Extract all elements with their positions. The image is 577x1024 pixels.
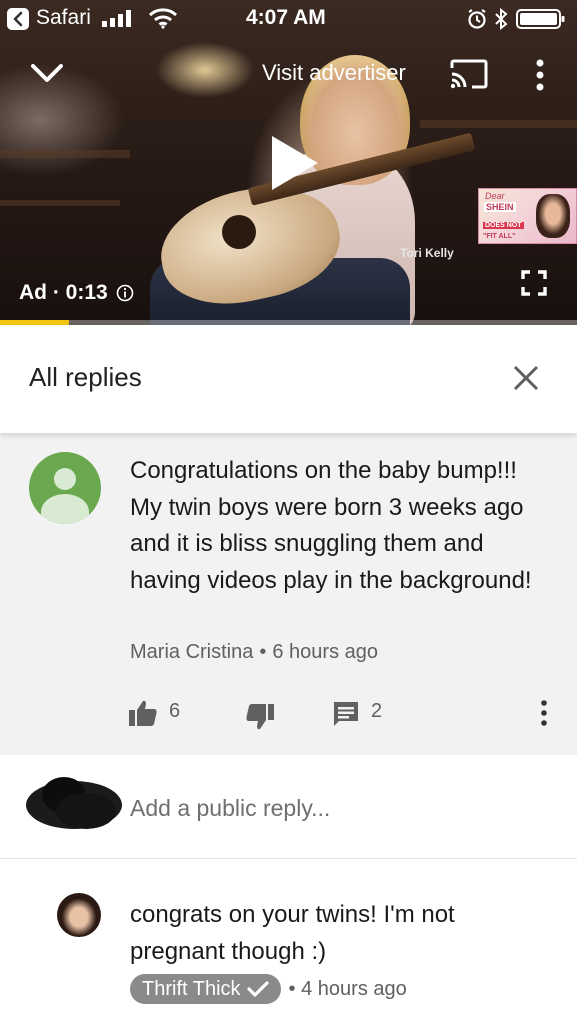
background-shelf	[0, 200, 120, 206]
page-title: All replies	[29, 362, 142, 392]
signal-icon	[102, 10, 131, 27]
comment-author[interactable]: Maria Cristina	[130, 641, 253, 663]
info-icon[interactable]	[116, 284, 134, 302]
battery-icon	[516, 9, 565, 29]
reply-comment-icon[interactable]	[333, 701, 359, 727]
comment-time: 6 hours ago	[272, 641, 379, 663]
ad-timer-label: Ad · 0:13	[19, 281, 108, 304]
default-avatar-head	[54, 468, 76, 490]
ad-thumbnail-line: DOES NOT	[483, 222, 524, 229]
comment-meta: Maria Cristina • 6 hours ago	[130, 641, 378, 664]
ad-thumbnail-brand: SHEIN	[484, 202, 516, 212]
cast-icon[interactable]	[448, 58, 490, 90]
more-vert-icon[interactable]	[530, 58, 550, 92]
parent-comment: Congratulations on the baby bump!!! My t…	[0, 433, 577, 755]
status-time: 4:07 AM	[246, 6, 326, 29]
fullscreen-icon[interactable]	[521, 270, 547, 296]
channel-owner-badge[interactable]: Thrift Thick	[130, 974, 281, 1004]
play-icon[interactable]	[268, 134, 320, 192]
bluetooth-icon	[495, 7, 508, 31]
user-avatar-redacted	[26, 777, 122, 829]
status-bar: Safari 4:07 AM	[0, 0, 577, 36]
add-reply-row	[0, 755, 577, 859]
close-icon[interactable]	[510, 362, 542, 394]
comment-text: Congratulations on the baby bump!!! My t…	[130, 457, 532, 594]
chevron-down-icon[interactable]	[30, 58, 64, 86]
ad-thumbnail-line: Dear	[485, 191, 505, 201]
reply-meta: Thrift Thick • 4 hours ago	[130, 974, 407, 1004]
ad-thumbnail-line: "FIT ALL"	[483, 233, 516, 240]
ad-thumbnail-face	[536, 194, 570, 238]
thumbs-down-icon[interactable]	[245, 703, 275, 731]
back-to-app-icon[interactable]	[7, 8, 29, 30]
reply-author: Thrift Thick	[142, 977, 241, 1000]
alarm-icon	[468, 9, 486, 29]
video-caption: Tori Kelly	[400, 246, 454, 260]
video-guitar-hole	[222, 215, 256, 249]
reply-count: 2	[371, 700, 383, 722]
avatar[interactable]	[57, 893, 101, 937]
reply-time: • 4 hours ago	[288, 977, 407, 1000]
visit-advertiser-link[interactable]: Visit advertiser	[262, 60, 406, 86]
background-shelf	[0, 150, 130, 158]
ad-timer: Ad · 0:13	[19, 281, 134, 305]
default-avatar-body	[41, 494, 89, 524]
replies-header: All replies	[0, 325, 577, 433]
more-vert-icon[interactable]	[539, 699, 549, 727]
video-player[interactable]: Visit advertiser Dear SHEIN DOES NOT "FI…	[0, 0, 577, 325]
separator-dot: •	[259, 641, 267, 663]
like-count: 6	[169, 700, 181, 722]
comment-actions: 6 2	[0, 693, 577, 733]
wifi-icon	[148, 8, 178, 29]
reply-time-value: 4 hours ago	[301, 977, 407, 1000]
reply-text: congrats on your twins! I'm not pregnant…	[130, 901, 455, 965]
back-app-label[interactable]: Safari	[36, 6, 91, 30]
reply-item: congrats on your twins! I'm not pregnant…	[0, 860, 577, 1024]
thumbs-up-icon[interactable]	[128, 699, 158, 727]
checkmark-icon	[246, 981, 269, 997]
ad-thumbnail[interactable]: Dear SHEIN DOES NOT "FIT ALL"	[478, 188, 577, 244]
reply-input[interactable]	[130, 795, 550, 822]
background-shelf	[420, 120, 577, 128]
avatar[interactable]	[29, 452, 101, 524]
